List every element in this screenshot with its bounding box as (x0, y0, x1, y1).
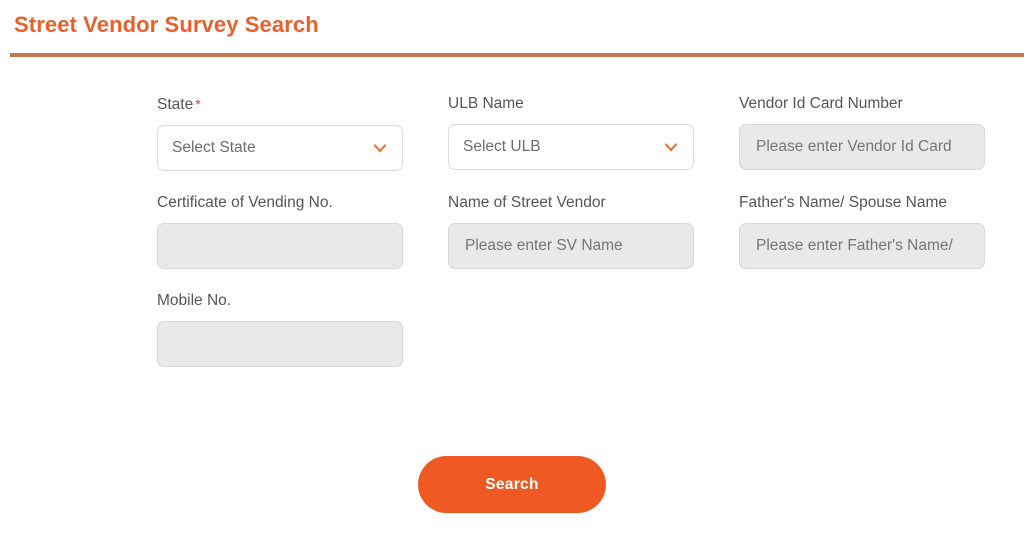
label-vendor-id-card-number: Vendor Id Card Number (739, 94, 985, 114)
select-ulb-name-value: Select ULB (463, 138, 541, 155)
select-state[interactable]: Select State (157, 125, 403, 171)
input-mobile-no[interactable] (172, 334, 388, 354)
label-mobile-no-text: Mobile No. (157, 292, 232, 309)
label-certificate-of-vending-no-text: Certificate of Vending No. (157, 194, 333, 211)
input-fathers-name-spouse-name[interactable] (754, 236, 970, 256)
label-fathers-name-spouse-name: Father's Name/ Spouse Name (739, 193, 985, 213)
input-certificate-of-vending-no-wrapper[interactable] (157, 223, 403, 269)
input-name-of-street-vendor[interactable] (463, 236, 679, 256)
label-ulb-name: ULB Name (448, 94, 694, 114)
label-state-text: State (157, 96, 194, 113)
chevron-down-icon[interactable] (372, 140, 388, 156)
input-fathers-name-spouse-name-wrapper[interactable] (739, 223, 985, 269)
field-mobile-no: Mobile No. (157, 291, 403, 367)
label-fathers-name-spouse-name-text: Father's Name/ Spouse Name (739, 194, 947, 211)
search-form: State* Select State ULB Name Select ULB (0, 56, 1024, 546)
page-title: Street Vendor Survey Search (14, 12, 319, 37)
label-mobile-no: Mobile No. (157, 291, 403, 311)
input-vendor-id-card-number-wrapper[interactable] (739, 124, 985, 170)
chevron-down-icon[interactable] (663, 139, 679, 155)
label-name-of-street-vendor: Name of Street Vendor (448, 193, 694, 213)
select-ulb-name[interactable]: Select ULB (448, 124, 694, 170)
label-certificate-of-vending-no: Certificate of Vending No. (157, 193, 403, 213)
button-row: Search (0, 456, 1024, 513)
grid-spacer (448, 291, 694, 367)
field-state: State * Select State (157, 94, 403, 171)
label-name-of-street-vendor-text: Name of Street Vendor (448, 194, 606, 211)
input-vendor-id-card-number[interactable] (754, 137, 970, 157)
field-ulb-name: ULB Name Select ULB (448, 94, 694, 171)
search-button[interactable]: Search (418, 456, 606, 513)
required-asterisk: * (195, 96, 201, 112)
label-state: State * (157, 94, 403, 115)
label-ulb-name-text: ULB Name (448, 95, 524, 112)
select-state-value: Select State (172, 139, 256, 156)
input-certificate-of-vending-no[interactable] (172, 236, 388, 256)
field-vendor-id-card-number: Vendor Id Card Number (739, 94, 985, 171)
grid-spacer (739, 291, 985, 367)
form-grid: State* Select State ULB Name Select ULB (157, 94, 987, 367)
field-name-of-street-vendor: Name of Street Vendor (448, 193, 694, 269)
label-vendor-id-card-number-text: Vendor Id Card Number (739, 95, 903, 112)
input-mobile-no-wrapper[interactable] (157, 321, 403, 367)
field-fathers-name-spouse-name: Father's Name/ Spouse Name (739, 193, 985, 269)
field-certificate-of-vending-no: Certificate of Vending No. (157, 193, 403, 269)
page-header: Street Vendor Survey Search (0, 0, 1024, 57)
input-name-of-street-vendor-wrapper[interactable] (448, 223, 694, 269)
